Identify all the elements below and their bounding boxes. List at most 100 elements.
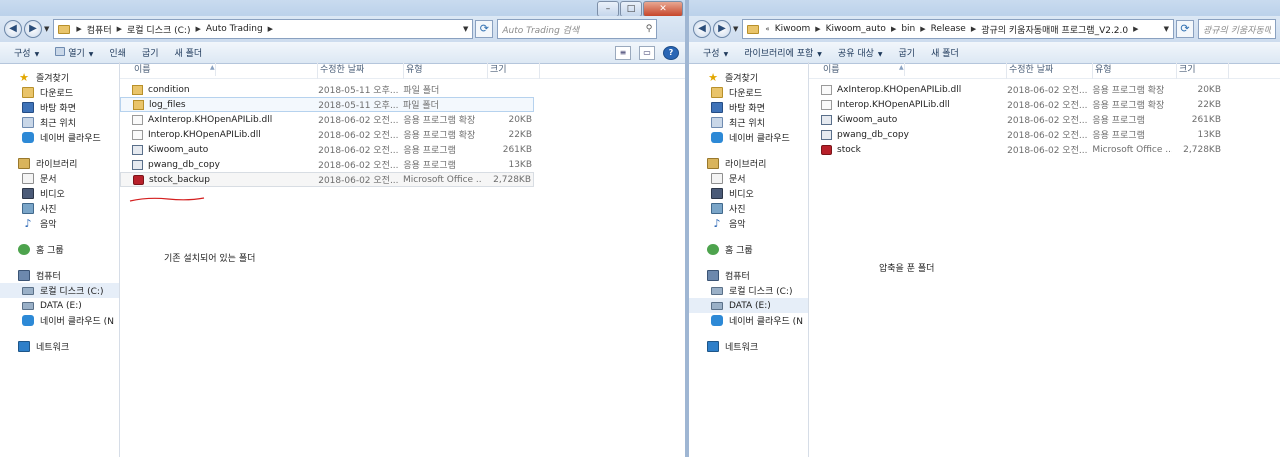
file-row[interactable]: stock 2018-06-02 오전... Microsoft Office …: [809, 142, 1223, 157]
file-row[interactable]: Interop.KHOpenAPILib.dll 2018-06-02 오전..…: [809, 97, 1223, 112]
include-in-library-button[interactable]: 라이브러리에 포함 ▼: [736, 46, 830, 59]
preview-pane-icon[interactable]: ▭: [639, 45, 655, 60]
nav-pictures[interactable]: 사진: [0, 201, 119, 216]
close-button[interactable]: ✕: [643, 1, 683, 17]
nav-data-drive[interactable]: DATA (E:): [0, 298, 119, 313]
view-options-icon[interactable]: ≡: [615, 45, 631, 60]
nav-naver-cloud-drive[interactable]: 네이버 클라우드 (N: [689, 313, 808, 328]
computer-icon: [18, 270, 30, 281]
overflow-chevron-icon[interactable]: «: [765, 25, 769, 33]
nav-desktop[interactable]: 바탕 화면: [0, 100, 119, 115]
file-row[interactable]: condition 2018-05-11 오후... 파일 폴더: [120, 82, 534, 97]
nav-local-disk[interactable]: 로컬 디스크 (C:): [689, 283, 808, 298]
nav-data-drive[interactable]: DATA (E:): [689, 298, 808, 313]
nav-pictures[interactable]: 사진: [689, 201, 808, 216]
nav-favorites[interactable]: ★ 즐겨찾기: [689, 70, 808, 85]
computer-icon: [707, 270, 719, 281]
nav-videos[interactable]: 비디오: [689, 186, 808, 201]
column-header-type[interactable]: 유형: [404, 62, 488, 79]
nav-homegroup[interactable]: 홈 그룹: [689, 242, 808, 257]
file-row[interactable]: pwang_db_copy 2018-06-02 오전... 응용 프로그램 1…: [120, 157, 534, 172]
address-row: ◀ ▶ ▼ ▶ 컴퓨터 ▶ 로컬 디스크 (C:) ▶ Auto Trading…: [0, 16, 685, 42]
column-header-name[interactable]: 이름: [132, 62, 318, 79]
organize-button[interactable]: 구성 ▼: [695, 46, 736, 59]
search-box[interactable]: Auto Trading 검색 ⚲: [497, 19, 658, 39]
file-row[interactable]: Kiwoom_auto 2018-06-02 오전... 응용 프로그램 261…: [120, 142, 534, 157]
file-row[interactable]: Interop.KHOpenAPILib.dll 2018-06-02 오전..…: [120, 127, 534, 142]
nav-recent[interactable]: 최근 위치: [689, 115, 808, 130]
file-row[interactable]: AxInterop.KHOpenAPILib.dll 2018-06-02 오전…: [120, 112, 534, 127]
address-dropdown-icon[interactable]: ▼: [459, 25, 468, 33]
nav-libraries[interactable]: 라이브러리: [689, 156, 808, 171]
new-folder-button[interactable]: 새 폴더: [923, 46, 967, 59]
cloud-icon: [22, 315, 34, 326]
refresh-button[interactable]: ⟳: [475, 20, 494, 38]
share-with-button[interactable]: 공유 대상 ▼: [830, 46, 891, 59]
file-row[interactable]: stock_backup 2018-06-02 오전... Microsoft …: [120, 172, 534, 187]
forward-button[interactable]: ▶: [713, 20, 731, 38]
nav-favorites[interactable]: ★ 즐겨찾기: [0, 70, 119, 85]
nav-downloads[interactable]: 다운로드: [689, 85, 808, 100]
column-header-name[interactable]: 이름: [821, 62, 1007, 79]
column-header-size[interactable]: 크기: [488, 62, 540, 79]
history-dropdown-icon[interactable]: ▼: [44, 25, 49, 33]
history-dropdown-icon[interactable]: ▼: [733, 25, 738, 33]
search-icon[interactable]: ⚲: [646, 24, 653, 34]
column-header-date[interactable]: 수정한 날짜: [1007, 62, 1093, 79]
dll-icon: [821, 84, 832, 95]
address-bar[interactable]: ▶ 컴퓨터 ▶ 로컬 디스크 (C:) ▶ Auto Trading ▶ ▼: [53, 19, 474, 39]
nav-naver-cloud[interactable]: 네이버 클라우드: [0, 130, 119, 145]
minimize-button[interactable]: –: [597, 1, 619, 17]
open-button[interactable]: 열기 ▼: [47, 46, 101, 59]
breadcrumb-auto-trading[interactable]: Auto Trading: [206, 24, 263, 34]
column-header-size[interactable]: 크기: [1177, 62, 1229, 79]
nav-computer[interactable]: 컴퓨터: [0, 268, 119, 283]
file-row[interactable]: pwang_db_copy 2018-06-02 오전... 응용 프로그램 1…: [809, 127, 1223, 142]
address-dropdown-icon[interactable]: ▼: [1160, 25, 1169, 33]
nav-videos[interactable]: 비디오: [0, 186, 119, 201]
back-button[interactable]: ◀: [4, 20, 22, 38]
new-folder-button[interactable]: 새 폴더: [167, 46, 211, 59]
file-row[interactable]: AxInterop.KHOpenAPILib.dll 2018-06-02 오전…: [809, 82, 1223, 97]
breadcrumb-release[interactable]: Release: [931, 24, 966, 34]
breadcrumb-program-folder[interactable]: 광규의 키움자동매매 프로그램_V2.2.0: [981, 23, 1128, 36]
burn-button[interactable]: 굽기: [891, 46, 924, 59]
breadcrumb-computer[interactable]: 컴퓨터: [87, 23, 112, 36]
column-header-date[interactable]: 수정한 날짜: [318, 62, 404, 79]
breadcrumb-bin[interactable]: bin: [901, 24, 915, 34]
search-box[interactable]: 광규의 키움자동매: [1198, 19, 1276, 39]
nav-network[interactable]: 네트워크: [689, 339, 808, 354]
nav-local-disk[interactable]: 로컬 디스크 (C:): [0, 283, 119, 298]
organize-button[interactable]: 구성 ▼: [6, 46, 47, 59]
maximize-button[interactable]: □: [620, 1, 642, 17]
nav-documents[interactable]: 문서: [0, 171, 119, 186]
forward-button[interactable]: ▶: [24, 20, 42, 38]
print-button[interactable]: 인쇄: [101, 46, 134, 59]
nav-downloads[interactable]: 다운로드: [0, 85, 119, 100]
nav-recent[interactable]: 최근 위치: [0, 115, 119, 130]
breadcrumb-kiwoom[interactable]: Kiwoom: [775, 24, 811, 34]
back-button[interactable]: ◀: [693, 20, 711, 38]
nav-music[interactable]: ♪ 음악: [689, 216, 808, 231]
nav-music[interactable]: ♪ 음악: [0, 216, 119, 231]
drive-icon: [711, 286, 723, 295]
burn-button[interactable]: 굽기: [134, 46, 167, 59]
nav-desktop[interactable]: 바탕 화면: [689, 100, 808, 115]
cloud-icon: [22, 132, 34, 143]
nav-documents[interactable]: 문서: [689, 171, 808, 186]
nav-naver-cloud-drive[interactable]: 네이버 클라우드 (N: [0, 313, 119, 328]
nav-homegroup[interactable]: 홈 그룹: [0, 242, 119, 257]
breadcrumb-local-disk[interactable]: 로컬 디스크 (C:): [127, 23, 190, 36]
column-header-type[interactable]: 유형: [1093, 62, 1177, 79]
breadcrumb-kiwoom-auto[interactable]: Kiwoom_auto: [826, 24, 886, 34]
network-icon: [707, 341, 719, 352]
nav-libraries[interactable]: 라이브러리: [0, 156, 119, 171]
file-row[interactable]: log_files 2018-05-11 오후... 파일 폴더: [120, 97, 534, 112]
nav-naver-cloud[interactable]: 네이버 클라우드: [689, 130, 808, 145]
nav-computer[interactable]: 컴퓨터: [689, 268, 808, 283]
file-row[interactable]: Kiwoom_auto 2018-06-02 오전... 응용 프로그램 261…: [809, 112, 1223, 127]
address-bar[interactable]: « Kiwoom ▶ Kiwoom_auto ▶ bin ▶ Release ▶…: [742, 19, 1174, 39]
help-icon[interactable]: ?: [663, 45, 679, 60]
nav-network[interactable]: 네트워크: [0, 339, 119, 354]
refresh-button[interactable]: ⟳: [1176, 20, 1194, 38]
